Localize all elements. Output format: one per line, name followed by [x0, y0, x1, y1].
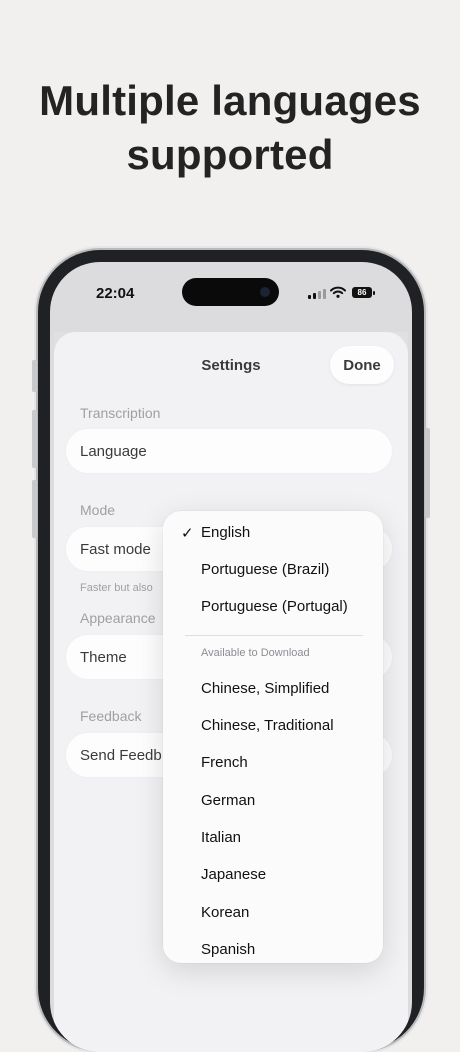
battery-icon: 86 [352, 287, 375, 298]
status-bar: 22:04 86 [50, 262, 412, 322]
theme-label: Theme [80, 649, 127, 666]
checkmark-icon: ✓ [181, 525, 194, 542]
dynamic-island [182, 278, 279, 306]
wifi-icon [330, 286, 346, 298]
menu-item-english[interactable]: English [201, 524, 250, 541]
menu-divider [185, 635, 363, 636]
menu-item-portuguese-brazil[interactable]: Portuguese (Brazil) [201, 561, 329, 578]
language-dropdown-menu: ✓ English Portuguese (Brazil) Portuguese… [163, 511, 383, 963]
fast-mode-label: Fast mode [80, 541, 151, 558]
menu-item-chinese-traditional[interactable]: Chinese, Traditional [201, 717, 334, 734]
section-header-appearance: Appearance [80, 610, 156, 626]
menu-item-german[interactable]: German [201, 792, 255, 809]
section-header-feedback: Feedback [80, 708, 142, 724]
phone-screen: 22:04 86 Settings Done Transcription Lan… [50, 262, 412, 1052]
menu-item-portuguese-portugal[interactable]: Portuguese (Portugal) [201, 598, 348, 615]
menu-item-spanish[interactable]: Spanish [201, 941, 255, 958]
menu-item-italian[interactable]: Italian [201, 829, 241, 846]
phone-frame: 22:04 86 Settings Done Transcription Lan… [32, 250, 430, 1052]
side-button-volume-down [32, 480, 37, 538]
side-button-action [32, 360, 37, 392]
done-button[interactable]: Done [330, 346, 394, 384]
settings-sheet: Settings Done Transcription Language Mod… [54, 332, 408, 1052]
section-header-transcription: Transcription [80, 405, 161, 421]
menu-item-korean[interactable]: Korean [201, 904, 249, 921]
send-feedback-label: Send Feedb [80, 747, 162, 764]
language-label: Language [80, 443, 147, 460]
menu-item-japanese[interactable]: Japanese [201, 866, 266, 883]
section-header-mode: Mode [80, 502, 116, 518]
menu-section-header-download: Available to Download [201, 647, 310, 659]
status-time: 22:04 [96, 285, 135, 302]
headline: Multiple languages supported [0, 74, 460, 182]
side-button-power [425, 428, 430, 518]
side-button-volume-up [32, 410, 37, 468]
menu-item-chinese-simplified[interactable]: Chinese, Simplified [201, 680, 329, 697]
language-row[interactable]: Language [66, 429, 392, 473]
headline-line-1: Multiple languages [39, 77, 421, 124]
menu-item-french[interactable]: French [201, 754, 248, 771]
fast-mode-footnote: Faster but also [80, 582, 153, 594]
battery-level: 86 [357, 288, 367, 297]
signal-icon [308, 289, 326, 299]
headline-line-2: supported [126, 131, 334, 178]
camera-icon [260, 287, 270, 297]
